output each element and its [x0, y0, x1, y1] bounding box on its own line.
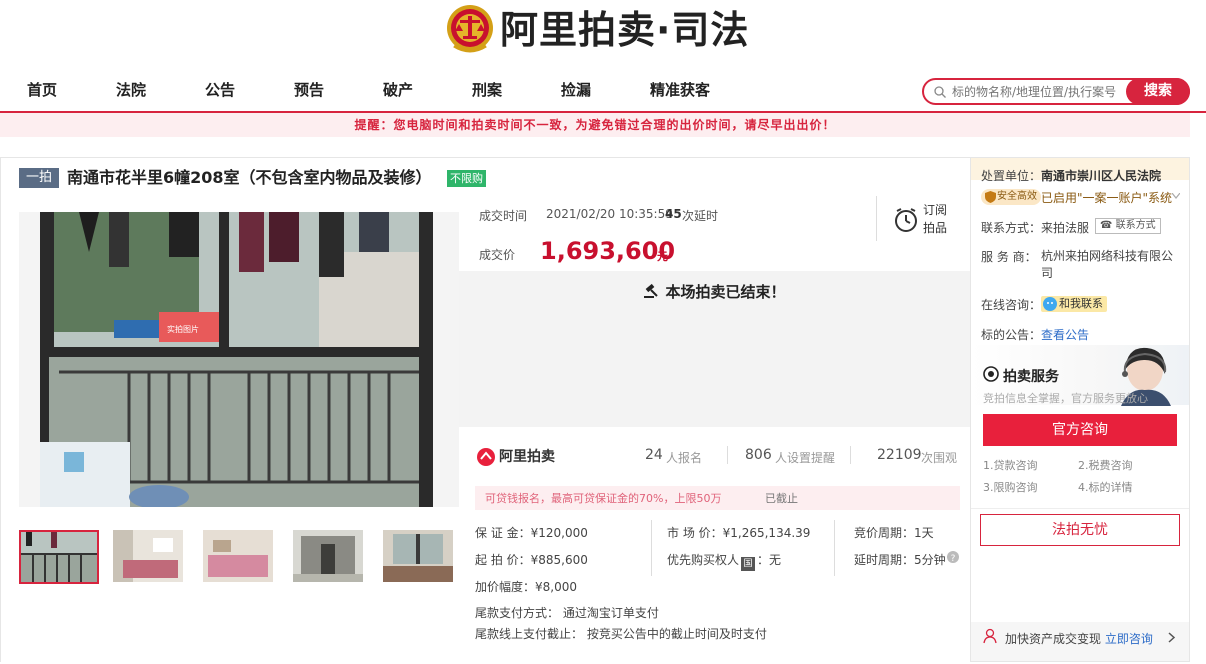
deposit-loan-status: 已截止: [765, 492, 798, 505]
online-consult-label: 在线咨询：: [981, 298, 1042, 312]
search-icon: [934, 86, 946, 98]
speed-up-text: 加快资产成交变现 立即咨询: [1005, 632, 1153, 646]
disposal-unit: 处置单位：南通市崇川区人民法院: [981, 169, 1162, 183]
consult-now-link[interactable]: 立即咨询: [1105, 632, 1153, 646]
photo-sign-text: 实拍图片: [167, 324, 199, 334]
contact-label: 联系方式：: [981, 221, 1042, 235]
ali-auction-logo-icon: [477, 448, 495, 466]
service-provider-value: 杭州来拍网络科技有限公司: [1041, 249, 1174, 280]
unlimited-tag: 不限购: [447, 170, 486, 187]
contact-info-button[interactable]: ☎ 联系方式: [1095, 218, 1161, 234]
nav-bargain[interactable]: 捡漏: [561, 80, 591, 100]
main-photo[interactable]: 实拍图片: [19, 212, 459, 507]
thumbnail-3[interactable]: [203, 530, 283, 584]
nav-notice[interactable]: 公告: [205, 80, 235, 100]
reminder-count: 806: [745, 447, 772, 463]
site-logo-text[interactable]: 阿里拍卖·司法: [500, 6, 749, 54]
nav-criminal[interactable]: 刑案: [472, 80, 502, 100]
tax-consult-link[interactable]: 2.税费咨询: [1078, 457, 1133, 473]
nav-court[interactable]: 法院: [116, 80, 146, 100]
nav-precise-customer[interactable]: 精准获客: [650, 80, 710, 100]
increment-info: 加价幅度：¥8,000: [475, 580, 577, 594]
nav-preview[interactable]: 预告: [294, 80, 324, 100]
thumbnail-5[interactable]: [383, 530, 463, 584]
reminder-label: 人设置提醒: [775, 451, 836, 465]
delay-count: 45: [665, 207, 682, 221]
delay-period-info: 延时周期：5分钟: [854, 553, 946, 567]
deal-price-label: 成交价: [479, 248, 516, 262]
view-notice-link[interactable]: 查看公告: [1041, 326, 1089, 343]
notice-label: 标的公告：: [981, 328, 1042, 342]
view-count: 22109: [877, 447, 922, 463]
ali-auction-brand: 阿里拍卖: [499, 449, 555, 465]
chevron-down-icon[interactable]: [1172, 193, 1180, 199]
priority-buyer-icon: 国: [741, 557, 756, 571]
service-subtitle: 竞拍信息全掌握，官方服务更放心: [983, 392, 1148, 405]
service-title: 拍卖服务: [1003, 369, 1059, 385]
wangwang-icon: [1043, 297, 1057, 311]
official-consult-button[interactable]: 官方咨询: [983, 414, 1177, 446]
stat-divider: [727, 446, 728, 464]
search-input[interactable]: [952, 82, 1120, 102]
account-system-text[interactable]: 已启用"一案一账户"系统: [1041, 189, 1172, 206]
info-divider: [834, 520, 835, 576]
start-price-info: 起 拍 价：¥885,600: [475, 553, 588, 567]
svg-text:?: ?: [951, 554, 956, 564]
auction-ended-box: 本场拍卖已结束！: [459, 271, 970, 427]
alarm-clock-icon[interactable]: [893, 207, 919, 233]
bid-period-info: 竞价周期：1天: [854, 526, 934, 540]
worry-free-button[interactable]: 法拍无忧: [980, 514, 1180, 546]
item-detail-link[interactable]: 4.标的详情: [1078, 479, 1133, 495]
help-icon[interactable]: ?: [946, 550, 960, 564]
header: 阿里拍卖·司法: [0, 0, 1206, 70]
court-emblem-icon: [447, 5, 493, 53]
deal-time-value: 2021/02/20 10:35:59: [546, 207, 673, 221]
deal-price-unit: 元: [657, 250, 668, 263]
stat-divider: [850, 446, 851, 464]
info-divider: [651, 520, 652, 576]
view-label: 次围观: [921, 451, 958, 465]
side-divider: [971, 508, 1189, 509]
deposit-loan-text[interactable]: 可贷钱报名，最高可贷保证金的70%，上限50万: [485, 490, 721, 506]
round-tag: 一拍: [19, 168, 59, 188]
purchase-limit-consult-link[interactable]: 3.限购咨询: [983, 479, 1038, 495]
gavel-icon: [644, 283, 659, 298]
contact-value: 来拍法服: [1041, 221, 1090, 235]
signup-label: 人报名: [666, 451, 703, 465]
thumbnail-2[interactable]: [113, 530, 193, 584]
subscribe-divider: [876, 196, 877, 241]
signup-count: 24: [645, 447, 663, 463]
chevron-right-icon[interactable]: [1168, 632, 1176, 643]
market-price-info: 市 场 价：¥1,265,134.39: [667, 526, 811, 540]
thumbnail-4[interactable]: [293, 530, 373, 584]
deal-time-label: 成交时间: [479, 209, 528, 223]
payment-deadline-info: 尾款线上支付截止： 按竞买公告中的截止时间及时支付: [475, 627, 767, 641]
shield-icon: [985, 191, 996, 203]
item-title: 南通市花半里6幢208室（不包含室内物品及装修）: [67, 168, 432, 187]
payment-method-info: 尾款支付方式： 通过淘宝订单支付: [475, 606, 659, 620]
deposit-info: 保 证 金：¥120,000: [475, 526, 588, 540]
time-warning-bar: 提醒：您电脑时间和拍卖时间不一致，为避免错过合理的出价时间，请尽早出出价！: [0, 113, 1190, 137]
stats-row: 阿里拍卖 24 人报名 806 人设置提醒 22109 次围观: [459, 440, 970, 472]
user-speed-icon: [983, 628, 997, 644]
subscribe-button[interactable]: 订阅拍品: [923, 201, 953, 237]
deposit-loan-bar: 可贷钱报名，最高可贷保证金的70%，上限50万 已截止: [475, 486, 960, 510]
nav-home[interactable]: 首页: [27, 80, 57, 100]
priority-buyer-info: 优先购买权人国：无: [667, 553, 782, 571]
auction-ended-text: 本场拍卖已结束！: [459, 281, 970, 302]
search-button[interactable]: 搜索: [1126, 78, 1190, 105]
delay-count-label: 次延时: [682, 209, 719, 223]
headset-icon: [983, 366, 999, 382]
deal-price: 1,693,600: [540, 237, 676, 265]
service-provider-label: 服 务 商：: [981, 250, 1037, 264]
thumbnail-1[interactable]: [19, 530, 99, 584]
nav-bankruptcy[interactable]: 破产: [383, 80, 413, 100]
loan-consult-link[interactable]: 1.贷款咨询: [983, 457, 1038, 473]
